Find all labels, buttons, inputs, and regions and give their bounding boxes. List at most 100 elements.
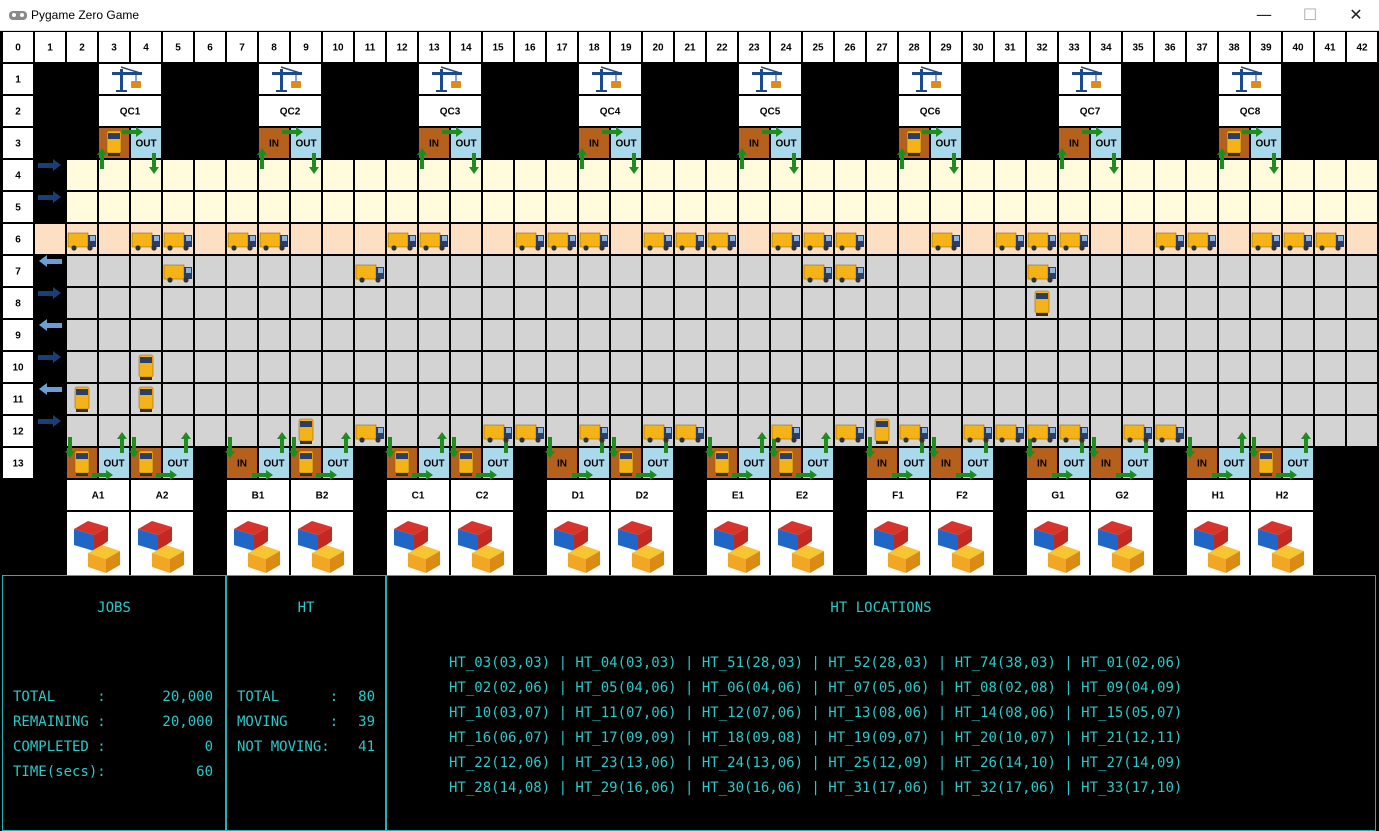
- lane-cell: [1187, 352, 1217, 382]
- lane-cell: [1347, 384, 1377, 414]
- truck-icon[interactable]: [106, 130, 122, 156]
- yard-out-label: OUT: [1223, 459, 1244, 470]
- lane-cell: [547, 288, 577, 318]
- lane-cell: [195, 384, 225, 414]
- truck-icon[interactable]: [74, 450, 90, 476]
- lane-cell: [899, 256, 929, 286]
- lane-cell: [1155, 256, 1185, 286]
- lane-cell: [323, 288, 353, 318]
- lane-cell: [963, 192, 993, 222]
- truck-icon[interactable]: [874, 418, 890, 444]
- lane-cell: [1123, 160, 1153, 190]
- maximize-button[interactable]: ☐: [1287, 0, 1333, 31]
- truck-icon[interactable]: [138, 386, 154, 412]
- column-header-label: 18: [588, 43, 600, 54]
- yard-out-label: OUT: [1063, 459, 1084, 470]
- lane-cell: [515, 160, 545, 190]
- lane-cell: [1155, 192, 1185, 222]
- lane-cell: [1347, 288, 1377, 318]
- window-title: Pygame Zero Game: [31, 8, 140, 22]
- lane-cell: [1187, 256, 1217, 286]
- truck-icon[interactable]: [138, 450, 154, 476]
- truck-icon[interactable]: [458, 450, 474, 476]
- lane-cell: [995, 320, 1025, 350]
- lane-cell: [323, 384, 353, 414]
- lane-cell: [451, 256, 481, 286]
- truck-icon[interactable]: [618, 450, 634, 476]
- lane-cell: [899, 224, 929, 254]
- lane-cell: [67, 160, 97, 190]
- lane-cell: [1123, 352, 1153, 382]
- jobs-stat-value: 0: [204, 739, 213, 755]
- lane-cell: [259, 256, 289, 286]
- lane-cell: [931, 384, 961, 414]
- lane-cell: [515, 288, 545, 318]
- lane-cell: [195, 416, 225, 446]
- lane-cell: [259, 384, 289, 414]
- lane-cell: [1219, 384, 1249, 414]
- lane-cell: [483, 224, 513, 254]
- lane-cell: [707, 320, 737, 350]
- lane-cell: [675, 256, 705, 286]
- crane-in-label: IN: [269, 139, 279, 150]
- lane-cell: [259, 352, 289, 382]
- lane-cell: [1027, 320, 1057, 350]
- ht-location-line: HT_03(03,03) | HT_04(03,03) | HT_51(28,0…: [449, 655, 1183, 671]
- lane-cell: [1315, 160, 1345, 190]
- lane-cell: [419, 288, 449, 318]
- lane-cell: [643, 192, 673, 222]
- lane-cell: [1283, 384, 1313, 414]
- lane-cell: [451, 288, 481, 318]
- crane-out-label: OUT: [935, 139, 956, 150]
- lane-cell: [483, 192, 513, 222]
- lane-cell: [835, 352, 865, 382]
- crane-box: [259, 64, 321, 94]
- lane-cell: [643, 320, 673, 350]
- lane-cell: [1059, 256, 1089, 286]
- lane-cell: [995, 256, 1025, 286]
- truck-icon[interactable]: [394, 450, 410, 476]
- column-header-label: 26: [844, 43, 856, 54]
- lane-cell: [1219, 256, 1249, 286]
- lane-cell: [1219, 288, 1249, 318]
- lane-cell: [323, 224, 353, 254]
- column-header-label: 11: [365, 43, 376, 54]
- row-header-label: 6: [15, 235, 21, 246]
- truck-icon[interactable]: [906, 130, 922, 156]
- lane-direction-right-icon: [38, 287, 61, 299]
- lane-cell: [451, 160, 481, 190]
- lane-cell: [1187, 160, 1217, 190]
- minimize-button[interactable]: —: [1241, 0, 1287, 31]
- crane-out-label: OUT: [615, 139, 636, 150]
- lane-cell: [739, 256, 769, 286]
- truck-icon[interactable]: [1226, 130, 1242, 156]
- yard-in-label: IN: [237, 459, 247, 470]
- truck-icon[interactable]: [138, 354, 154, 380]
- lane-cell: [771, 288, 801, 318]
- crane-box: [99, 64, 161, 94]
- lane-cell: [1155, 160, 1185, 190]
- lane-cell: [1155, 384, 1185, 414]
- truck-icon[interactable]: [1258, 450, 1274, 476]
- lane-cell: [579, 320, 609, 350]
- crane-label: QC2: [280, 107, 301, 118]
- jobs-stat-value: 20,000: [162, 689, 213, 705]
- ht-stat-row: NOT MOVING: 41: [237, 739, 375, 755]
- lane-cell: [1123, 384, 1153, 414]
- truck-icon[interactable]: [298, 450, 314, 476]
- column-header-label: 6: [207, 43, 213, 54]
- yard-label: C1: [412, 491, 425, 502]
- truck-icon[interactable]: [714, 450, 730, 476]
- lane-cell: [163, 192, 193, 222]
- truck-icon[interactable]: [74, 386, 90, 412]
- lane-cell: [867, 352, 897, 382]
- close-button[interactable]: ✕: [1333, 0, 1379, 31]
- truck-icon[interactable]: [1034, 290, 1050, 316]
- truck-icon[interactable]: [778, 450, 794, 476]
- row-header-label: 1: [15, 75, 21, 86]
- yard-label: G1: [1051, 491, 1065, 502]
- lane-cell: [995, 352, 1025, 382]
- column-header-label: 27: [876, 43, 888, 54]
- lane-cell: [643, 352, 673, 382]
- truck-icon[interactable]: [298, 418, 314, 444]
